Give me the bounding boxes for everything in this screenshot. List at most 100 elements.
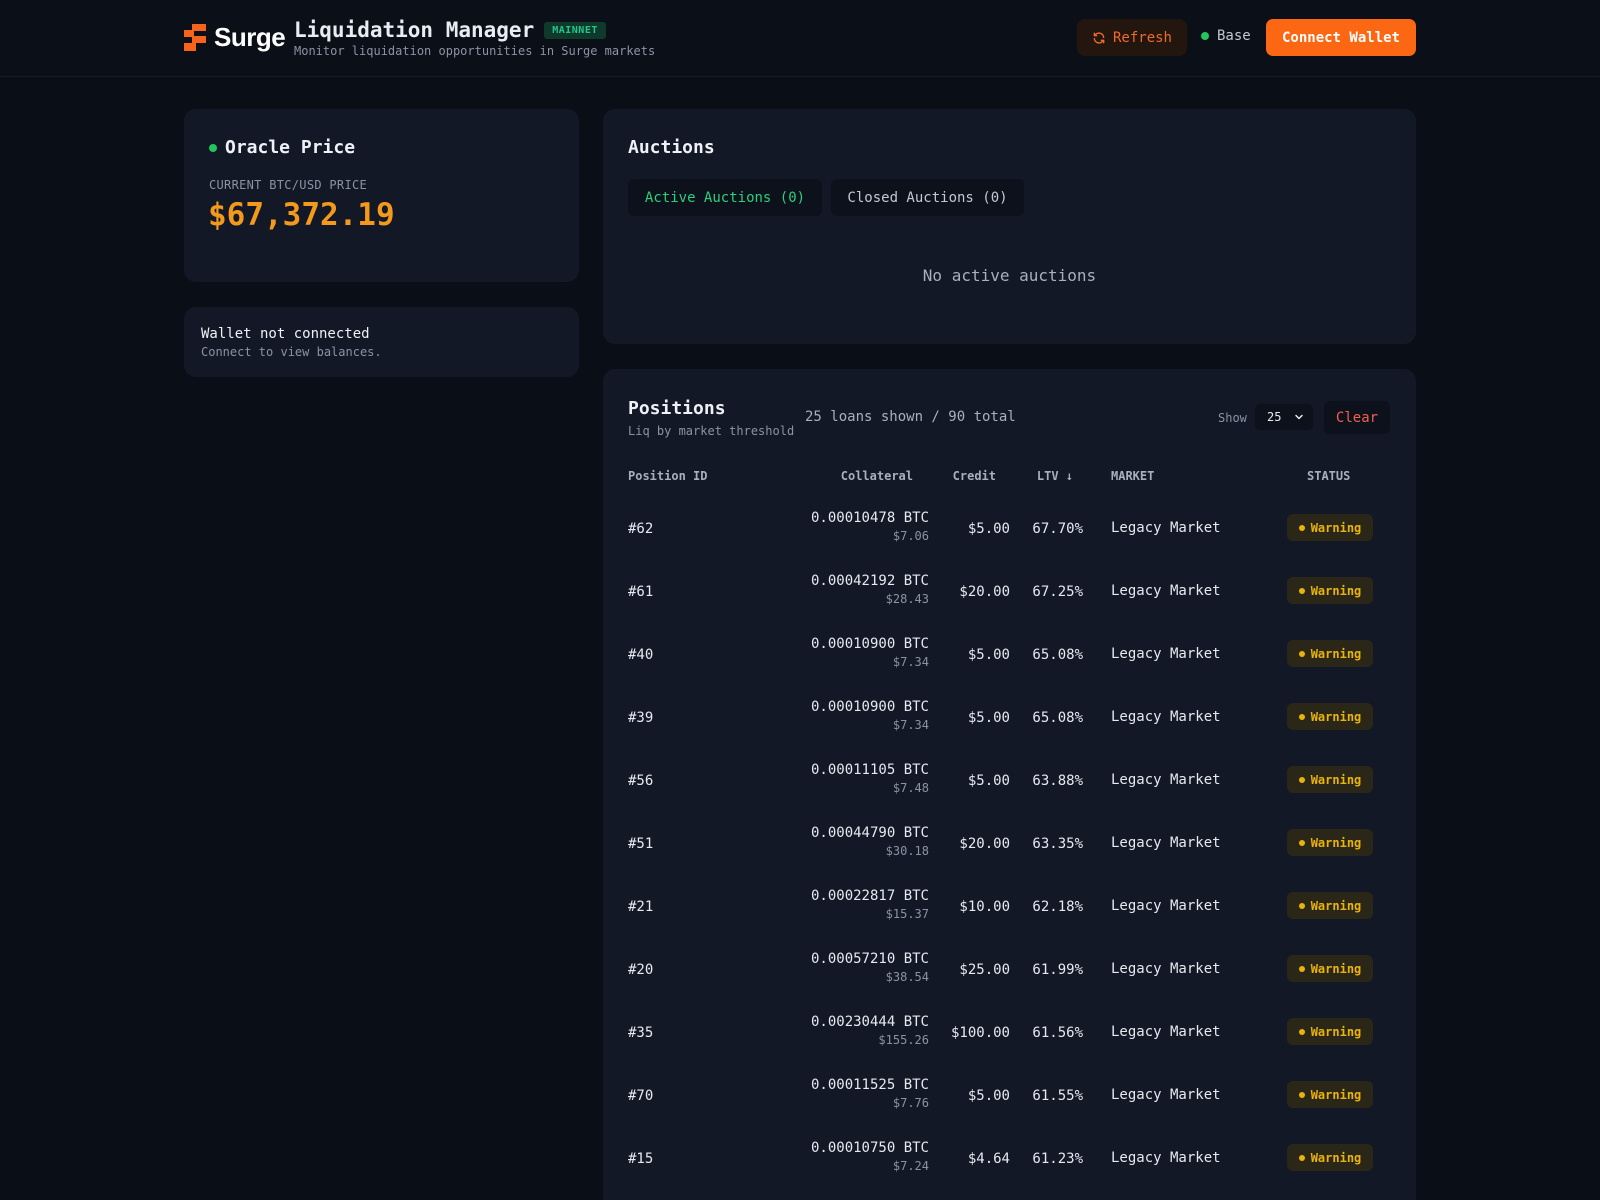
refresh-button[interactable]: Refresh	[1077, 19, 1187, 56]
collateral-usd: $7.24	[892, 1159, 929, 1173]
credit-value: $20.00	[959, 836, 1010, 852]
collateral-cell: 0.00010750 BTC $7.24	[811, 1140, 929, 1173]
collateral-btc: 0.00044790 BTC	[810, 825, 929, 841]
page-size-value: 25	[1267, 410, 1282, 424]
credit-value: $4.64	[967, 1151, 1010, 1167]
top-bar: Surge Liquidation Manager MAINNET Monito…	[0, 0, 1600, 77]
page-size-select[interactable]: 25	[1255, 404, 1313, 430]
status-label: Warning	[1310, 772, 1362, 787]
position-id[interactable]: #40	[628, 647, 653, 663]
collateral-cell: 0.00010478 BTC $7.06	[811, 510, 929, 543]
ltv-value: 61.56%	[1032, 1025, 1083, 1041]
position-id[interactable]: #39	[628, 710, 653, 726]
table-row[interactable]: #56 0.00011105 BTC $7.48 $5.00 63.88% Legacy …	[603, 747, 1416, 810]
network-badge: MAINNET	[544, 21, 606, 39]
ltv-value: 67.70%	[1032, 521, 1083, 537]
status-label: Warning	[1310, 646, 1362, 661]
brand-name: Surge	[214, 22, 286, 52]
status-badge: Warning	[1287, 829, 1373, 856]
column-header-market[interactable]: MARKET	[1111, 469, 1154, 483]
ltv-value: 65.08%	[1032, 710, 1083, 726]
credit-value: $5.00	[967, 1088, 1010, 1104]
wallet-status-message: Connect to view balances.	[201, 345, 382, 359]
tab-closed-auctions[interactable]: Closed Auctions (0)	[831, 179, 1024, 216]
status-badge: Warning	[1287, 703, 1373, 730]
brand-logo[interactable]: Surge	[184, 22, 286, 53]
position-id[interactable]: #56	[628, 773, 653, 789]
network-name: Base	[1217, 28, 1251, 44]
collateral-usd: $7.34	[892, 655, 929, 669]
table-row[interactable]: #40 0.00010900 BTC $7.34 $5.00 65.08% Legacy …	[603, 621, 1416, 684]
collateral-btc: 0.00010750 BTC	[810, 1140, 929, 1156]
status-label: Warning	[1310, 835, 1362, 850]
clear-button[interactable]: Clear	[1324, 401, 1390, 434]
status-badge: Warning	[1287, 1081, 1373, 1108]
market-name: Legacy Market	[1111, 1087, 1221, 1103]
oracle-price-card: Oracle Price CURRENT BTC/USD PRICE $67,3…	[184, 109, 579, 282]
position-id[interactable]: #70	[628, 1088, 653, 1104]
collateral-btc: 0.00010478 BTC	[810, 510, 929, 526]
status-label: Warning	[1310, 520, 1362, 535]
position-id[interactable]: #35	[628, 1025, 653, 1041]
positions-count: 25 loans shown / 90 total	[805, 409, 1016, 425]
refresh-label: Refresh	[1112, 29, 1172, 46]
auctions-card: Auctions Active Auctions (0) Closed Auct…	[603, 109, 1416, 344]
status-label: Warning	[1310, 1087, 1362, 1102]
status-dot-icon	[1298, 1028, 1305, 1035]
ltv-value: 61.99%	[1032, 962, 1083, 978]
table-row[interactable]: #15 0.00010750 BTC $7.24 $4.64 61.23% Legacy …	[603, 1125, 1416, 1188]
app-title-group: Liquidation Manager MAINNET	[294, 18, 606, 42]
collateral-cell: 0.00011105 BTC $7.48	[811, 762, 929, 795]
auctions-title: Auctions	[628, 137, 715, 158]
credit-value: $20.00	[959, 584, 1010, 600]
status-label: Warning	[1310, 583, 1362, 598]
collateral-cell: 0.00010900 BTC $7.34	[811, 699, 929, 732]
auctions-empty-state: No active auctions	[922, 266, 1097, 285]
table-row[interactable]: #35 0.00230444 BTC $155.26 $100.00 61.56% Leg…	[603, 999, 1416, 1062]
ltv-value: 62.18%	[1032, 899, 1083, 915]
position-id[interactable]: #51	[628, 836, 653, 852]
status-badge: Warning	[1287, 514, 1373, 541]
wallet-status-card: Wallet not connected Connect to view bal…	[184, 307, 579, 377]
status-dot-icon	[1298, 965, 1305, 972]
market-name: Legacy Market	[1111, 772, 1221, 788]
oracle-price-value: $67,372.19	[208, 197, 395, 233]
column-header-status[interactable]: STATUS	[1307, 469, 1350, 483]
tab-active-auctions[interactable]: Active Auctions (0)	[628, 179, 822, 216]
collateral-usd: $7.76	[892, 1096, 929, 1110]
position-id[interactable]: #61	[628, 584, 653, 600]
table-row[interactable]: #70 0.00011525 BTC $7.76 $5.00 61.55% Legacy …	[603, 1062, 1416, 1125]
column-header-ltv[interactable]: LTV ↓	[1037, 469, 1073, 483]
table-row[interactable]: #39 0.00010900 BTC $7.34 $5.00 65.08% Legacy …	[603, 684, 1416, 747]
table-row[interactable]: #61 0.00042192 BTC $28.43 $20.00 67.25% Legac…	[603, 558, 1416, 621]
collateral-btc: 0.00011105 BTC	[810, 762, 929, 778]
credit-value: $10.00	[959, 899, 1010, 915]
chevron-down-icon	[1295, 414, 1303, 420]
column-header-credit[interactable]: Credit	[953, 469, 996, 483]
connect-wallet-button[interactable]: Connect Wallet	[1266, 19, 1416, 56]
collateral-cell: 0.00011525 BTC $7.76	[811, 1077, 929, 1110]
status-label: Warning	[1310, 898, 1362, 913]
table-row[interactable]: #62 0.00010478 BTC $7.06 $5.00 67.70% Legacy …	[603, 495, 1416, 558]
status-badge: Warning	[1287, 955, 1373, 982]
table-row[interactable]: #21 0.00022817 BTC $15.37 $10.00 62.18% Legac…	[603, 873, 1416, 936]
position-id[interactable]: #20	[628, 962, 653, 978]
table-row[interactable]: #20 0.00057210 BTC $38.54 $25.00 61.99% Legac…	[603, 936, 1416, 999]
table-row[interactable]: #51 0.00044790 BTC $30.18 $20.00 63.35% Legac…	[603, 810, 1416, 873]
position-id[interactable]: #21	[628, 899, 653, 915]
status-dot-icon	[1298, 524, 1305, 531]
market-name: Legacy Market	[1111, 835, 1221, 851]
market-name: Legacy Market	[1111, 1150, 1221, 1166]
position-id[interactable]: #62	[628, 521, 653, 537]
page-title: Liquidation Manager	[294, 18, 535, 42]
collateral-cell: 0.00230444 BTC $155.26	[811, 1014, 929, 1047]
collateral-usd: $15.37	[885, 907, 929, 921]
collateral-cell: 0.00044790 BTC $30.18	[811, 825, 929, 858]
credit-value: $5.00	[967, 647, 1010, 663]
column-header-position-id[interactable]: Position ID	[628, 469, 707, 483]
status-label: Warning	[1310, 709, 1362, 724]
position-id[interactable]: #15	[628, 1151, 653, 1167]
page-subtitle: Monitor liquidation opportunities in Sur…	[294, 44, 656, 58]
column-header-collateral[interactable]: Collateral	[841, 469, 913, 483]
positions-card: Positions Liq by market threshold 25 loa…	[603, 369, 1416, 1200]
